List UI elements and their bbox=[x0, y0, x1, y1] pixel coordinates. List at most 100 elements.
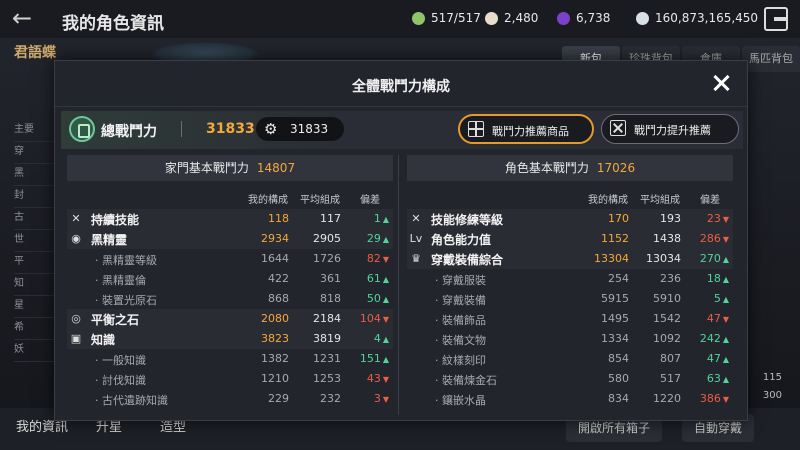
deviation-number: 23 bbox=[706, 212, 721, 225]
triangle-down-icon: ▼ bbox=[382, 255, 389, 264]
total-combat-label: 總戰鬥力 bbox=[101, 124, 157, 140]
stat-label: · 裝備煉金石 bbox=[435, 374, 497, 387]
stat-label: · 黑精靈倫 bbox=[95, 274, 146, 287]
section-value: 14807 bbox=[256, 161, 296, 175]
stat-label: · 紋樣刻印 bbox=[435, 354, 486, 367]
avg-value: 5910 bbox=[653, 292, 681, 305]
stat-subrow: · 黑精靈等級 1644 1726 82 ▼ bbox=[67, 249, 393, 269]
side-item[interactable]: 知 bbox=[14, 274, 54, 296]
black-spirit-icon: ◉ bbox=[71, 232, 81, 245]
stat-label: · 穿戴服裝 bbox=[435, 274, 486, 287]
my-value: 1210 bbox=[261, 372, 289, 385]
my-value: 3823 bbox=[261, 332, 289, 345]
deviation-number: 3 bbox=[373, 392, 381, 405]
side-item[interactable]: 平 bbox=[14, 252, 54, 274]
side-item[interactable]: 主要 bbox=[14, 120, 54, 142]
button-label: 戰鬥力提升推薦 bbox=[634, 124, 711, 137]
side-item[interactable]: 妖 bbox=[14, 340, 54, 362]
deviation-value: 18 ▲ bbox=[687, 272, 733, 285]
crossed-swords-icon: ✕ bbox=[411, 212, 421, 225]
my-value: 5915 bbox=[601, 292, 629, 305]
deviation-number: 43 bbox=[366, 372, 381, 385]
avg-value: 13034 bbox=[646, 252, 681, 265]
stat-subrow: · 一般知識 1382 1231 151 ▲ bbox=[67, 349, 393, 369]
stat-subrow: · 討伐知識 1210 1253 43 ▼ bbox=[67, 369, 393, 389]
deviation-value: 104 ▼ bbox=[347, 312, 393, 325]
deviation-number: 61 bbox=[366, 272, 381, 285]
deviation-number: 5 bbox=[713, 292, 721, 305]
deviation-number: 4 bbox=[373, 332, 381, 345]
close-icon[interactable] bbox=[709, 71, 733, 95]
level-icon: Lv bbox=[409, 232, 423, 245]
left-rows: ✕ 持續技能 118 117 1 ▲ ◉ 黑精靈 2934 2905 29 ▲ · 黑精靈等級 1644 1… bbox=[67, 209, 393, 409]
side-item[interactable]: 穿 bbox=[14, 142, 54, 164]
triangle-down-icon: ▼ bbox=[722, 315, 729, 324]
triangle-down-icon: ▼ bbox=[382, 315, 389, 324]
tab-horse-bag[interactable]: 馬匹背包 bbox=[742, 46, 800, 72]
stat-label: 持續技能 bbox=[91, 213, 140, 227]
side-item[interactable]: 封 bbox=[14, 186, 54, 208]
modal-header: 全體戰鬥力構成 bbox=[55, 61, 747, 107]
resource-value: 517/517 bbox=[431, 11, 481, 25]
combat-power-pill: ⚙ 31833 bbox=[256, 117, 344, 141]
crossed-swords-icon: ✕ bbox=[71, 212, 81, 225]
triangle-up-icon: ▲ bbox=[722, 335, 729, 344]
my-value: 2080 bbox=[261, 312, 289, 325]
deviation-value: 3 ▼ bbox=[347, 392, 393, 405]
side-item[interactable]: 星 bbox=[14, 296, 54, 318]
stat-label: · 黑精靈等級 bbox=[95, 254, 157, 267]
armor-icon: ♛ bbox=[411, 252, 421, 265]
deviation-number: 18 bbox=[706, 272, 721, 285]
resource-gem: 6,738 bbox=[557, 11, 610, 25]
button-label: 戰鬥力推薦商品 bbox=[492, 125, 569, 138]
my-value: 229 bbox=[268, 392, 289, 405]
avg-value: 1220 bbox=[653, 392, 681, 405]
stat-label: 穿戴裝備綜合 bbox=[431, 253, 504, 267]
my-value: 2934 bbox=[261, 232, 289, 245]
deviation-number: 50 bbox=[366, 292, 381, 305]
section-header: 角色基本戰鬥力 17026 bbox=[407, 155, 733, 181]
avg-value: 2905 bbox=[313, 232, 341, 245]
deviation-value: 386 ▼ bbox=[687, 392, 733, 405]
my-value: 834 bbox=[608, 392, 629, 405]
col-dev: 偏差 bbox=[360, 195, 380, 206]
deviation-number: 151 bbox=[359, 352, 381, 365]
my-value: 1152 bbox=[601, 232, 629, 245]
side-item[interactable]: 希 bbox=[14, 318, 54, 340]
right-rows: ✕ 技能修練等級 170 193 23 ▼ Lv 角色能力值 1152 1438 286 ▼ ♛ 穿戴裝備… bbox=[407, 209, 733, 409]
stat-label: · 裝備飾品 bbox=[435, 314, 486, 327]
col-avg: 平均組成 bbox=[300, 195, 340, 206]
resource-silver: 160,873,165,450 bbox=[636, 11, 758, 25]
side-item[interactable]: 古 bbox=[14, 208, 54, 230]
stat-label: · 古代遺跡知識 bbox=[95, 394, 168, 407]
deviation-value: 61 ▲ bbox=[347, 272, 393, 285]
modal-title: 全體戰鬥力構成 bbox=[352, 79, 450, 95]
exit-icon[interactable] bbox=[764, 7, 788, 31]
combat-emblem-icon bbox=[69, 116, 95, 142]
stat-row: ◉ 黑精靈 2934 2905 29 ▲ bbox=[67, 229, 393, 249]
avg-value: 818 bbox=[320, 292, 341, 305]
leaf-icon bbox=[412, 11, 425, 25]
triangle-up-icon: ▲ bbox=[722, 295, 729, 304]
boost-recommend-button[interactable]: 戰鬥力提升推薦 bbox=[601, 114, 739, 144]
deviation-value: 151 ▲ bbox=[347, 352, 393, 365]
stat-row: ✕ 技能修練等級 170 193 23 ▼ bbox=[407, 209, 733, 229]
side-item[interactable]: 黑 bbox=[14, 164, 54, 186]
recommend-items-button[interactable]: 戰鬥力推薦商品 bbox=[458, 114, 594, 144]
top-bar: ← 我的角色資訊 517/517 2,480 6,738 160,873,165… bbox=[0, 0, 800, 38]
triangle-down-icon: ▼ bbox=[722, 395, 729, 404]
avg-value: 1253 bbox=[313, 372, 341, 385]
triangle-up-icon: ▲ bbox=[382, 355, 389, 364]
stat-subrow: · 黑精靈倫 422 361 61 ▲ bbox=[67, 269, 393, 289]
column-headers: 我的構成 平均組成 偏差 bbox=[67, 187, 393, 209]
stat-label: 黑精靈 bbox=[91, 233, 128, 247]
my-value: 1334 bbox=[601, 332, 629, 345]
deviation-number: 82 bbox=[366, 252, 381, 265]
stat-row: ♛ 穿戴裝備綜合 13304 13034 270 ▲ bbox=[407, 249, 733, 269]
deviation-value: 4 ▲ bbox=[347, 332, 393, 345]
side-item[interactable]: 世 bbox=[14, 230, 54, 252]
my-value: 1495 bbox=[601, 312, 629, 325]
back-arrow-icon[interactable]: ← bbox=[12, 6, 38, 32]
col-avg: 平均組成 bbox=[640, 195, 680, 206]
avg-value: 1231 bbox=[313, 352, 341, 365]
